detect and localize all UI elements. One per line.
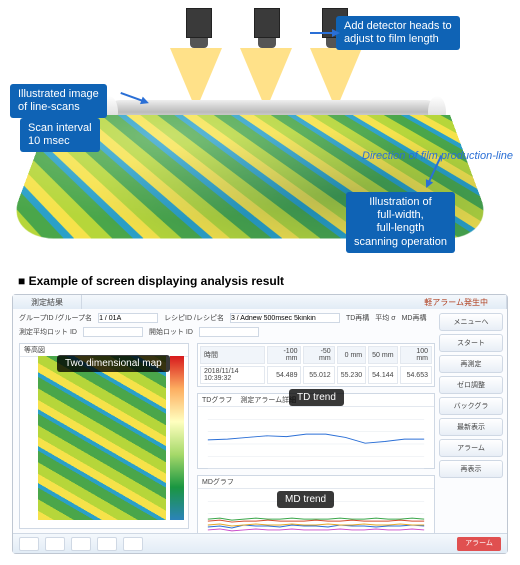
tool-icon[interactable]: [19, 537, 39, 551]
arrow-to-heads: [310, 32, 334, 34]
sidebar-btn[interactable]: 再表示: [439, 460, 503, 478]
tool-icon[interactable]: [45, 537, 65, 551]
cell: 54.653: [400, 366, 432, 384]
th: 0 mm: [337, 346, 366, 364]
table-row[interactable]: 2018/11/14 10:39:32 54.489 55.012 55.230…: [200, 366, 432, 384]
detector-head: [180, 8, 218, 48]
label-scan-avg: 測定平均ロット ID: [19, 327, 77, 337]
cell: 54.144: [368, 366, 397, 384]
detector-heads: [180, 8, 354, 48]
cell: 54.489: [267, 366, 301, 384]
overlay-md-label: MD trend: [277, 491, 334, 508]
th: 50 mm: [368, 346, 397, 364]
contour-map[interactable]: [38, 356, 166, 520]
sidebar: メニューへ スタート 再測定 ゼロ調整 バックグラ 最新表示 アラーム 再表示: [439, 309, 503, 529]
callout-line-scans: Illustrated image of line-scans: [10, 84, 107, 118]
tool-icon[interactable]: [97, 537, 117, 551]
alarm-button[interactable]: アラーム: [457, 537, 501, 551]
th: 100 mm: [400, 346, 432, 364]
section-title: Example of screen displaying analysis re…: [0, 270, 520, 294]
data-table: 時間 -100 mm -50 mm 0 mm 50 mm 100 mm 2018…: [197, 343, 435, 387]
tab-results[interactable]: 測定結果: [13, 295, 82, 309]
chart-tab[interactable]: TDグラフ: [202, 395, 232, 405]
input-group[interactable]: [98, 313, 158, 323]
callout-add-heads: Add detector heads to adjust to film len…: [336, 16, 460, 50]
bottom-toolbar: アラーム: [13, 533, 507, 553]
cell: 55.230: [337, 366, 366, 384]
label-md: MD再構: [402, 313, 427, 323]
tab-alarm[interactable]: 軽アラーム発生中: [406, 295, 507, 309]
input-lot[interactable]: [199, 327, 259, 337]
tool-icon[interactable]: [123, 537, 143, 551]
label-lot: 開始ロット ID: [149, 327, 193, 337]
td-chart-svg: [198, 407, 434, 481]
sidebar-btn[interactable]: メニューへ: [439, 313, 503, 331]
overlay-map-label: Two dimensional map: [57, 355, 170, 372]
sidebar-btn[interactable]: 再測定: [439, 355, 503, 373]
label-group: グループID /グループ名: [19, 313, 92, 323]
cell-time: 2018/11/14 10:39:32: [200, 366, 265, 384]
chart-subtab[interactable]: 測定アラーム詳細: [240, 395, 296, 405]
label-avg: 平均 σ: [375, 313, 395, 323]
callout-scan-interval: Scan interval 10 msec: [20, 118, 100, 152]
th-time: 時間: [200, 346, 265, 364]
callout-full-scan: Illustration of full-width, full-length …: [346, 192, 455, 253]
label-td: TD再構: [346, 313, 369, 323]
form-row-2: 測定平均ロット ID 開始ロット ID: [13, 327, 507, 341]
th: -100 mm: [267, 346, 301, 364]
cell: 55.012: [303, 366, 334, 384]
th: -50 mm: [303, 346, 334, 364]
input-recipe[interactable]: [230, 313, 340, 323]
window-tabbar: 測定結果 軽アラーム発生中: [13, 295, 507, 309]
label-recipe: レシピID /レシピ名: [164, 313, 224, 323]
sidebar-btn[interactable]: 最新表示: [439, 418, 503, 436]
chart-tab[interactable]: MDグラフ: [202, 479, 234, 486]
analysis-software-window: 測定結果 軽アラーム発生中 グループID /グループ名 レシピID /レシピ名 …: [12, 294, 508, 554]
sidebar-btn[interactable]: バックグラ: [439, 397, 503, 415]
line-scan-diagram: Add detector heads to adjust to film len…: [0, 0, 520, 270]
tool-icon[interactable]: [71, 537, 91, 551]
form-row: グループID /グループ名 レシピID /レシピ名 TD再構 平均 σ MD再構: [13, 309, 507, 327]
sidebar-btn[interactable]: ゼロ調整: [439, 376, 503, 394]
sidebar-btn[interactable]: アラーム: [439, 439, 503, 457]
input-scan-avg[interactable]: [83, 327, 143, 337]
overlay-td-label: TD trend: [289, 389, 344, 406]
sidebar-btn[interactable]: スタート: [439, 334, 503, 352]
detector-head: [248, 8, 286, 48]
colorbar: [170, 356, 184, 520]
